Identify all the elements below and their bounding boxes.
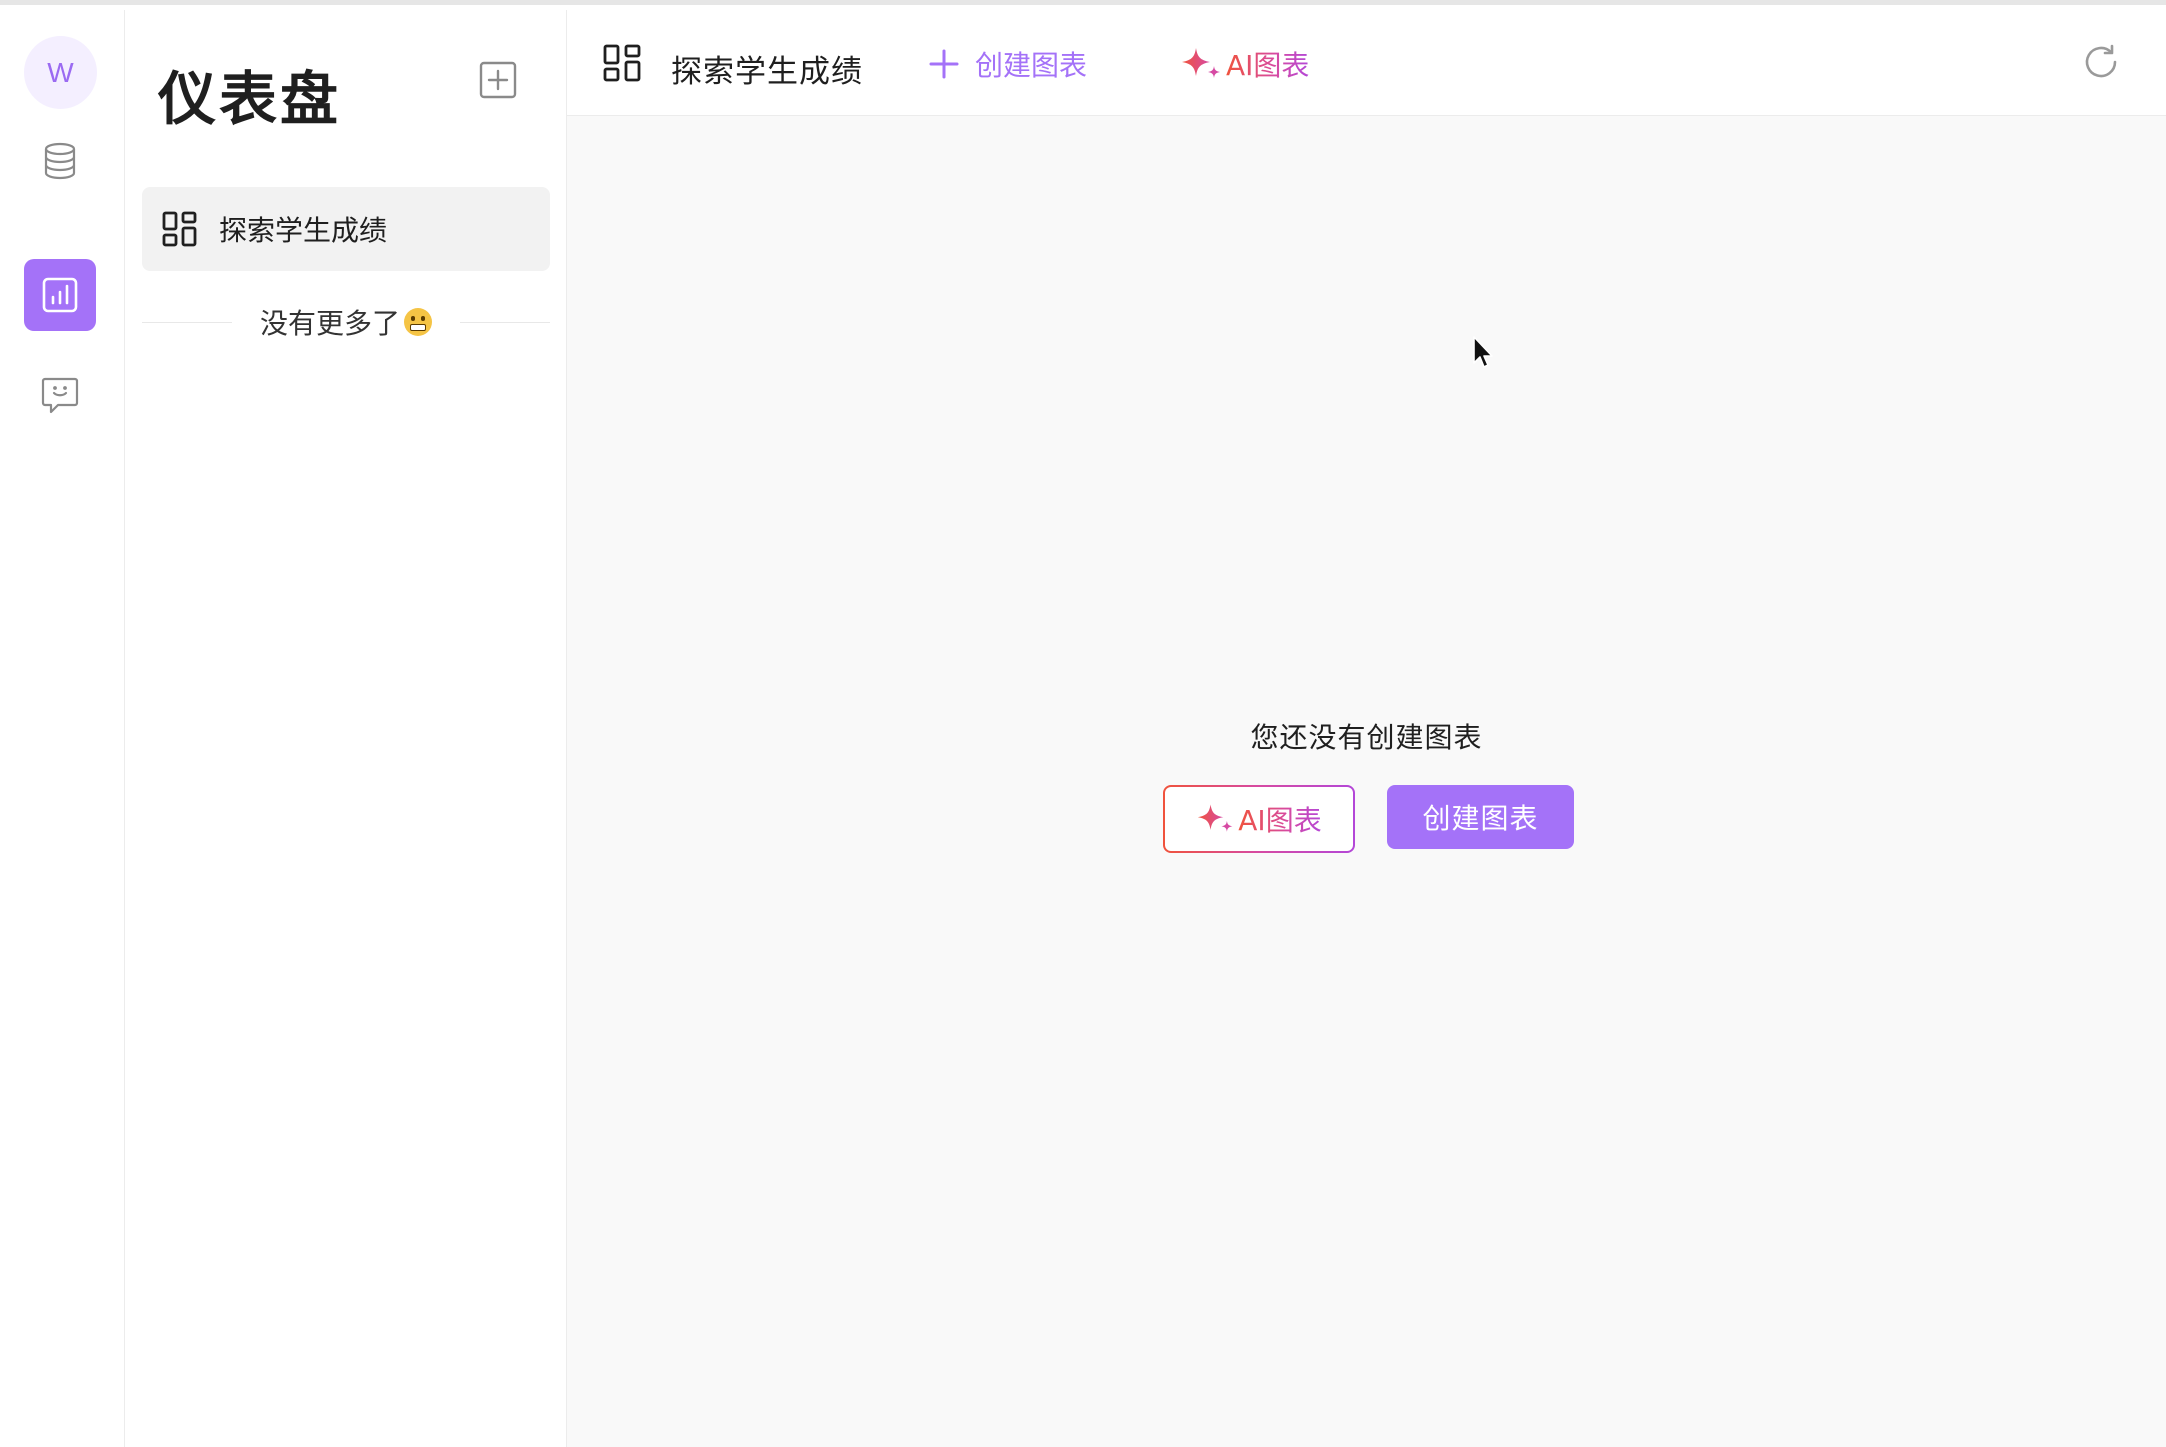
divider-line-right xyxy=(460,321,551,323)
add-dashboard-button[interactable] xyxy=(478,60,518,100)
add-square-icon xyxy=(479,61,517,99)
rail-item-chat[interactable] xyxy=(24,359,96,431)
dashboard-title: 探索学生成绩 xyxy=(671,54,863,90)
header-create-chart-button[interactable]: 创建图表 xyxy=(927,44,1087,84)
sparkle-icon xyxy=(1182,48,1220,78)
mouse-cursor-icon xyxy=(1473,336,1493,368)
divider-line-left xyxy=(142,321,232,323)
create-chart-button-label: 创建图表 xyxy=(1422,802,1539,835)
dashboard-header: 探索学生成绩 创建图表 AI图表 xyxy=(567,10,2166,116)
database-icon xyxy=(44,142,76,180)
no-more-text: 没有更多了 xyxy=(232,302,460,342)
no-more-divider: 没有更多了 xyxy=(142,300,551,344)
header-ai-chart-label: AI图表 xyxy=(1226,44,1309,84)
create-chart-button[interactable]: 创建图表 xyxy=(1387,785,1574,849)
refresh-icon[interactable] xyxy=(2081,42,2121,82)
empty-state-text: 您还没有创建图表 xyxy=(1250,721,1483,754)
chat-bot-icon xyxy=(41,377,79,414)
rail-item-database[interactable] xyxy=(24,125,96,197)
icon-rail: W xyxy=(0,10,125,1447)
dashboard-list-item[interactable]: 探索学生成绩 xyxy=(142,187,550,271)
avatar-letter: W xyxy=(47,56,74,88)
dashboard-grid-icon xyxy=(603,44,641,82)
grimace-emoji-icon xyxy=(404,308,433,336)
avatar[interactable]: W xyxy=(24,36,97,109)
app-window: W 仪表盘 探索学生成绩 没有更多了 探索学生成绩 创建图表 AI图表 您还没有… xyxy=(0,0,2166,1447)
dashboard-list-item-label: 探索学生成绩 xyxy=(219,214,388,247)
plus-icon xyxy=(929,49,959,79)
main-area: 探索学生成绩 创建图表 AI图表 您还没有创建图表 AI图表 创建图表 xyxy=(567,10,2166,1447)
dashboard-grid-icon xyxy=(162,211,197,247)
rail-item-dashboard[interactable] xyxy=(24,259,96,331)
panel-title: 仪表盘 xyxy=(158,65,342,133)
sparkle-icon xyxy=(1198,804,1233,832)
ai-chart-button-label: AI图表 xyxy=(1238,799,1321,839)
header-ai-chart-button[interactable]: AI图表 xyxy=(1180,44,1309,84)
ai-chart-button-inner: AI图表 xyxy=(1165,787,1353,851)
dashboard-panel: 仪表盘 探索学生成绩 没有更多了 xyxy=(125,10,567,1447)
header-create-chart-label: 创建图表 xyxy=(975,49,1088,82)
bar-chart-icon xyxy=(42,277,78,313)
ai-chart-button[interactable]: AI图表 xyxy=(1163,785,1355,853)
no-more-label: 没有更多了 xyxy=(260,307,401,340)
